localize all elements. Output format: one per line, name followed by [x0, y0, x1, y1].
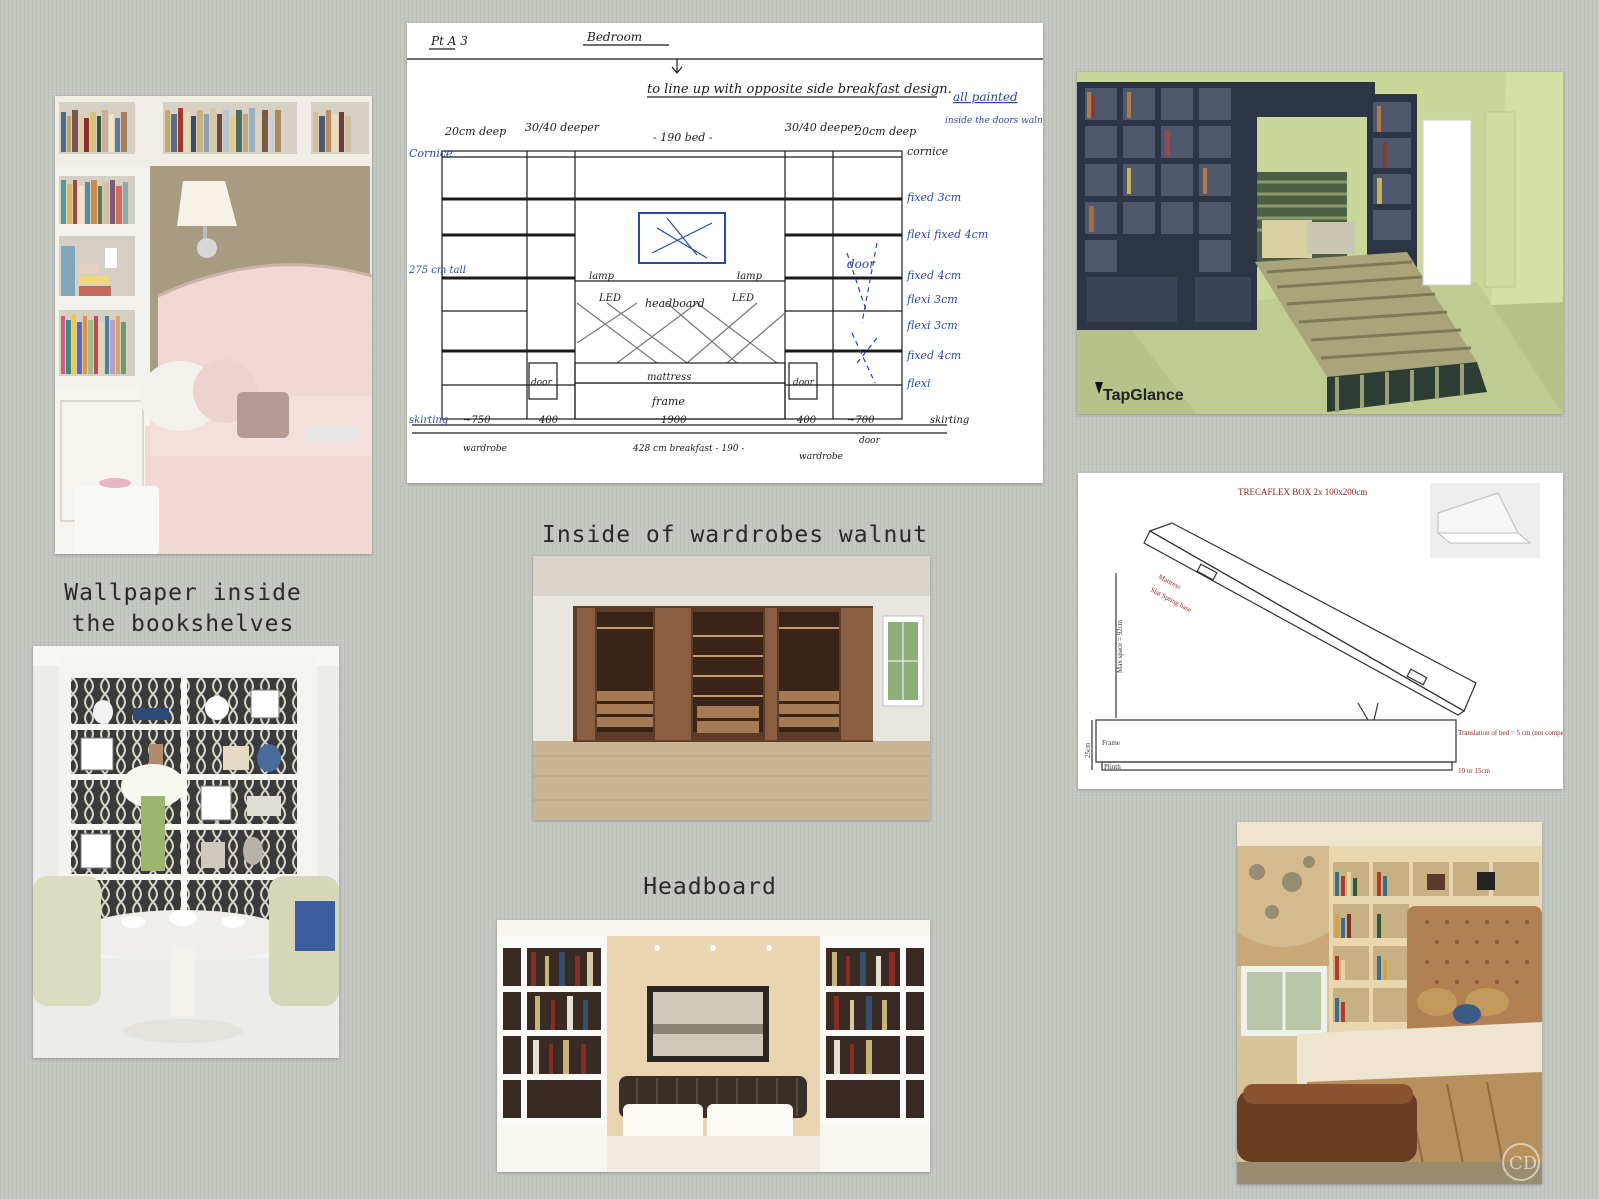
- sketch-page-label: Pt A 3: [430, 34, 468, 48]
- sketch-shelf-note: fixed 4cm: [906, 269, 961, 282]
- diagram-mattress: Mattress: [1157, 573, 1182, 592]
- bedroom-elevation-sketch: Pt A 3 Bedroom to line up with opposite …: [407, 23, 1043, 483]
- sketch-skirting-right: skirting: [930, 415, 969, 426]
- tapglance-watermark: TapGlance: [1103, 387, 1184, 404]
- photo-tufted-headboard-bedroom: CD: [1237, 822, 1542, 1184]
- sketch-door-right: door: [793, 378, 815, 388]
- caption-walnut-wardrobes: Inside of wardrobes walnut: [541, 522, 929, 548]
- sketch-dim: ~750: [463, 415, 491, 426]
- sketch-col-label: 30/40 deeper: [785, 121, 860, 134]
- photo-headboard-bookcases: [497, 920, 930, 1172]
- sketch-led-right: LED: [731, 293, 754, 304]
- sketch-shelf-note: flexi fixed 4cm: [906, 228, 988, 241]
- diagram-frame: Frame: [1102, 739, 1120, 747]
- cd-logo: CD: [1509, 1153, 1537, 1174]
- photo-walnut-wardrobes: [533, 556, 930, 820]
- sketch-dim: 400: [796, 415, 817, 426]
- sketch-col-label: 30/40 deeper: [525, 121, 600, 134]
- sketch-shelf-note: flexi 3cm: [906, 319, 958, 332]
- sketch-shelf-note: flexi 3cm: [906, 293, 958, 306]
- diagram-max-space: Max space = 92cm: [1116, 619, 1124, 673]
- caption-wallpaper-bookshelves: Wallpaper inside the bookshelves: [64, 580, 302, 637]
- sketch-cornice-right: cornice: [907, 145, 949, 158]
- sketch-painted-note: all painted: [953, 90, 1018, 104]
- diagram-plinth: Plinth: [1104, 763, 1121, 771]
- diagram-translation: Translation of bed = 5 cm (not compensat…: [1458, 729, 1563, 737]
- sketch-height-note: 275 cm tall: [408, 265, 466, 276]
- sketch-bottom-note: wardrobe: [799, 452, 843, 462]
- photo-wallpaper-bookshelves: [33, 646, 339, 1058]
- sketch-shelf-note: fixed 4cm: [906, 349, 961, 362]
- sketch-door-label: door: [847, 257, 876, 271]
- sketch-mattress: mattress: [647, 372, 691, 383]
- sketch-room-label: Bedroom: [586, 30, 642, 44]
- sketch-headboard: headboard: [645, 297, 705, 310]
- sketch-top-note: to line up with opposite side breakfast …: [647, 82, 952, 97]
- sketch-frame: frame: [651, 395, 685, 408]
- diagram-title: TRECAFLEX BOX 2x 100x200cm: [1238, 487, 1367, 497]
- sketch-door-left: door: [531, 378, 553, 388]
- sketch-col-label: - 190 bed -: [653, 131, 713, 144]
- sketch-shelf-note: flexi: [906, 377, 931, 390]
- sketch-lamp-left: lamp: [589, 271, 615, 282]
- sketch-bottom-note: 428 cm breakfast - 190 -: [632, 444, 744, 454]
- trecaflex-bed-diagram: TRECAFLEX BOX 2x 100x200cm Mattress Slat…: [1078, 473, 1563, 789]
- caption-headboard: Headboard: [643, 874, 777, 900]
- sketch-col-label: 20cm deep: [854, 125, 916, 138]
- diagram-height: 25cm: [1084, 742, 1092, 758]
- sketch-skirting-left: skirting: [409, 415, 448, 426]
- 3d-render-bedroom: TapGlance: [1077, 72, 1563, 414]
- sketch-led-left: LED: [598, 293, 621, 304]
- photo-pink-bookshelf-nook: [55, 96, 372, 554]
- sketch-dim: ~700: [847, 415, 875, 426]
- diagram-slat: Slat Spring base: [1149, 586, 1193, 614]
- sketch-shelf-note: fixed 3cm: [906, 191, 961, 204]
- sketch-bottom-note: wardrobe: [463, 444, 507, 454]
- sketch-inside-note: inside the doors walnut: [945, 116, 1043, 126]
- sketch-dim: 1900: [661, 415, 687, 426]
- sketch-cornice-left: Cornice: [409, 147, 453, 160]
- sketch-dim: 400: [538, 415, 559, 426]
- sketch-lamp-right: lamp: [737, 271, 763, 282]
- diagram-plinth-height: 10 or 15cm: [1458, 767, 1490, 775]
- sketch-bottom-note: door: [859, 436, 881, 446]
- sketch-col-label: 20cm deep: [444, 125, 506, 138]
